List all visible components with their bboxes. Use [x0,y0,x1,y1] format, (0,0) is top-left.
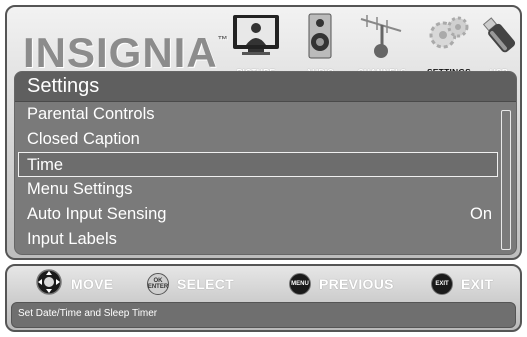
menu-item-label: Auto Input Sensing [27,205,167,223]
gears-icon [427,13,471,60]
menu-item-time[interactable]: Time [18,152,498,177]
exit-button-icon: EXIT [431,273,453,295]
tab-usb[interactable]: USB [481,11,517,77]
tv-icon [232,13,280,62]
menu-item-menu-settings[interactable]: Menu Settings [15,177,516,202]
dpad-icon [35,268,63,301]
menu-item-auto-input-sensing[interactable]: Auto Input Sensing On [15,202,516,227]
previous-hint: MENU PREVIOUS [289,271,394,297]
tab-picture[interactable]: PICTURE [225,11,287,77]
menu-tabs: PICTURE AUDIO [225,11,517,77]
bottom-frame: MOVE OK ENTER SELECT MENU PREVIOUS EXIT … [5,264,522,332]
insignia-logo: INSIGNIA™ [23,29,229,76]
menu-list: Parental Controls Closed Caption Time Me… [15,102,516,252]
select-hint: OK ENTER SELECT [147,271,234,297]
tab-audio[interactable]: AUDIO [295,11,345,77]
previous-label: PREVIOUS [319,276,394,292]
exit-label: EXIT [461,276,494,292]
move-hint: MOVE [35,268,114,297]
menu-item-label: Menu Settings [27,180,133,198]
menu-item-value: On [469,205,492,223]
usb-stick-icon [482,13,516,62]
menu-item-closed-caption[interactable]: Closed Caption [15,127,516,152]
move-label: MOVE [71,276,114,292]
exit-hint: EXIT EXIT [431,271,493,297]
tab-channels[interactable]: CHANNELS [349,11,415,77]
remote-controls-legend: MOVE OK ENTER SELECT MENU PREVIOUS EXIT … [7,266,520,302]
menu-item-input-labels[interactable]: Input Labels [15,227,516,252]
menu-item-label: Input Labels [27,230,117,248]
tab-settings[interactable]: SETTINGS [419,11,479,77]
top-frame: INSIGNIA™ PICTURE [5,5,522,260]
antenna-icon [357,13,407,66]
speaker-icon [307,13,333,64]
help-text: Set Date/Time and Sleep Timer [18,308,158,319]
ok-enter-button-icon: OK ENTER [147,273,169,295]
menu-button-icon: MENU [289,273,311,295]
menu-scrollbar[interactable] [501,110,511,250]
menu-item-label: Parental Controls [27,105,155,123]
settings-menu-panel: Settings Parental Controls Closed Captio… [14,71,517,255]
menu-title: Settings [15,72,516,102]
menu-item-label: Time [27,156,64,174]
menu-item-parental-controls[interactable]: Parental Controls [15,102,516,127]
select-label: SELECT [177,276,235,292]
help-text-box: Set Date/Time and Sleep Timer [11,302,516,328]
menu-item-label: Closed Caption [27,130,140,148]
